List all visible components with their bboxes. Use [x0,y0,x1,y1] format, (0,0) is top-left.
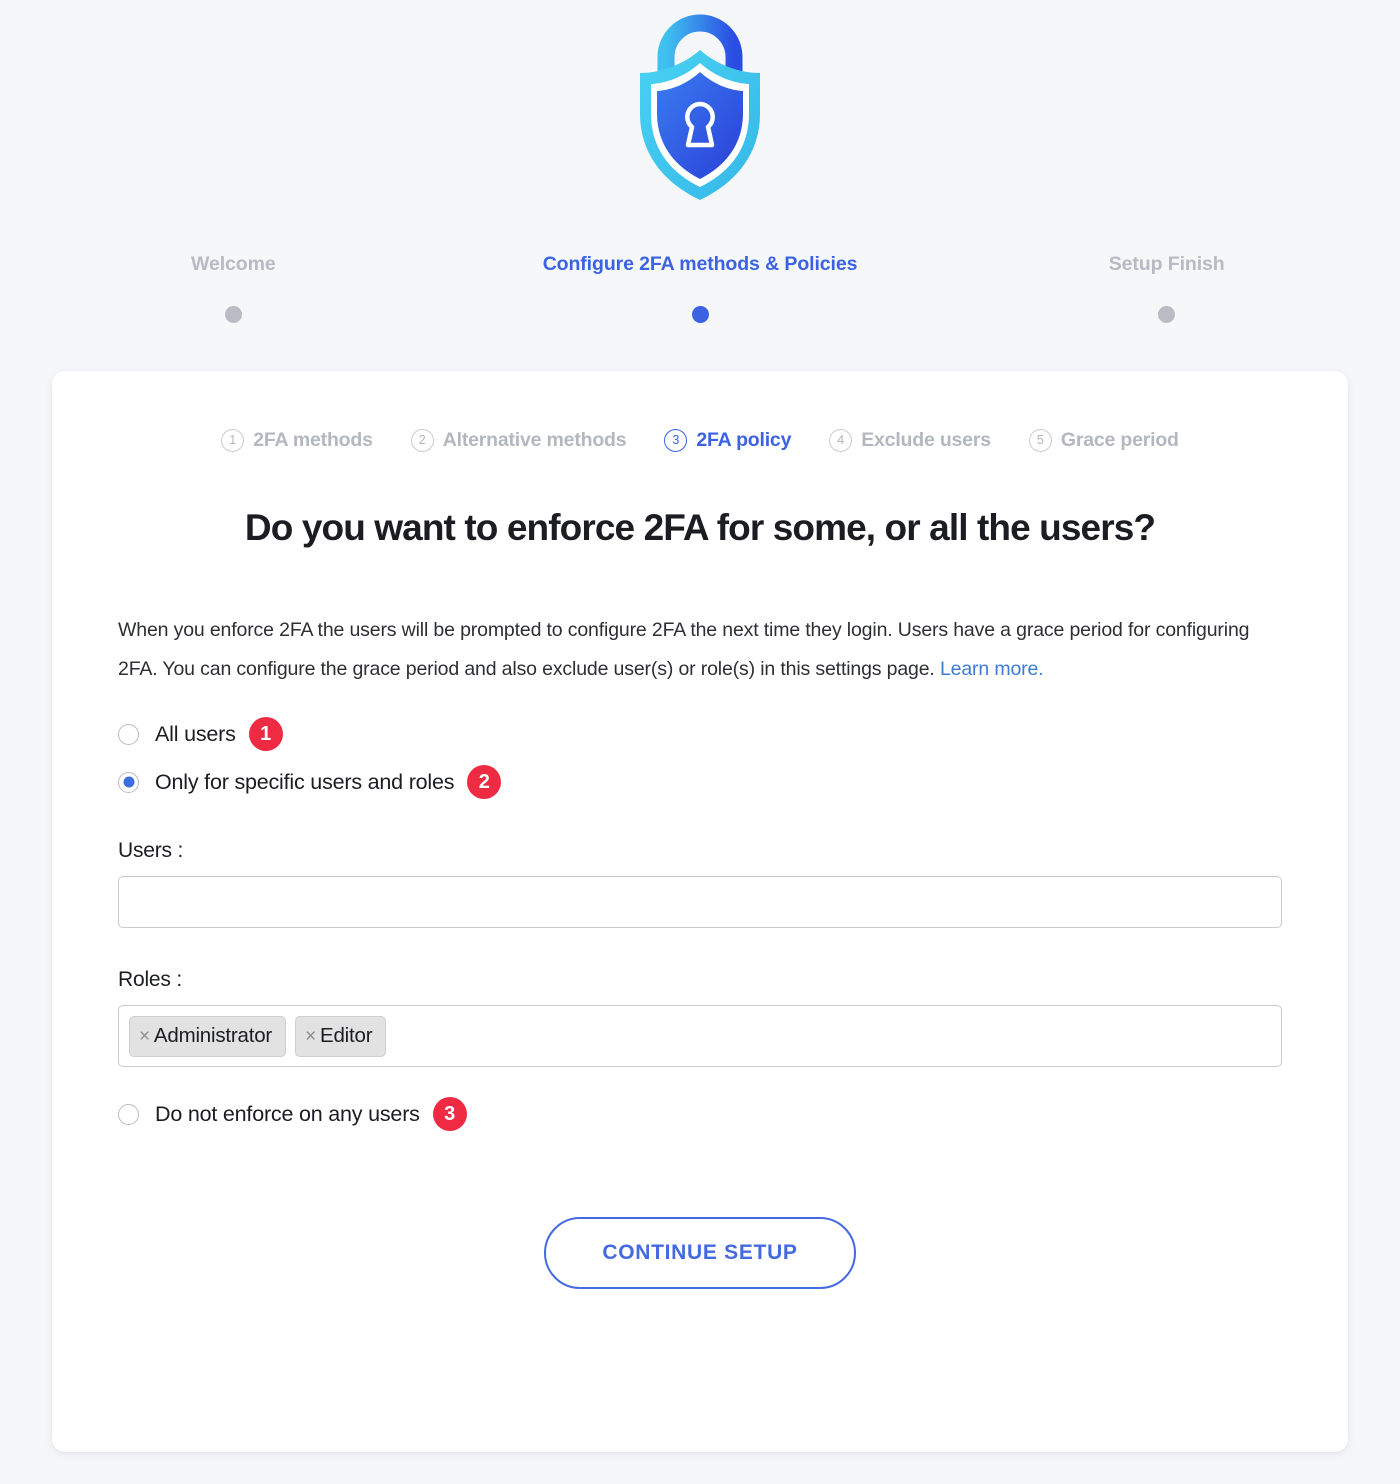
substep-label: Grace period [1060,429,1179,451]
annotation-badge-2: 2 [467,765,502,799]
radio-specific-users-and-roles[interactable] [118,771,139,793]
page-title: Do you want to enforce 2FA for some, or … [244,507,1156,548]
users-field-label: Users : [118,839,184,862]
roles-field-label: Roles : [118,968,182,991]
substep-tab-exclude-users[interactable]: 4 Exclude users [829,429,991,452]
users-input[interactable] [118,876,1282,928]
substep-number: 1 [221,429,245,452]
annotation-badge-1: 1 [248,717,283,751]
substep-tabs: 1 2FA methods 2 Alternative methods 3 2F… [52,371,1348,452]
roles-input[interactable]: × Administrator × Editor [118,1005,1282,1067]
role-chip-administrator: × Administrator [129,1015,287,1057]
radio-do-not-enforce[interactable] [118,1103,139,1125]
option-label: All users [155,721,236,746]
substep-label: 2FA methods [253,429,373,451]
wizard-stepper: Welcome Configure 2FA methods & Policies… [0,253,1400,323]
description-text: When you enforce 2FA the users will be p… [118,611,1282,689]
wizard-step-configure[interactable]: Configure 2FA methods & Policies [467,253,934,323]
substep-number: 4 [829,429,853,452]
wizard-step-label: Setup Finish [1108,253,1225,275]
wizard-step-welcome[interactable]: Welcome [0,253,467,323]
radio-all-users[interactable] [118,723,139,745]
wizard-step-dot [691,306,709,323]
option-row-all-users[interactable]: All users 1 [118,717,1282,751]
substep-number: 3 [664,429,688,452]
actions-row: CONTINUE SETUP [118,1217,1282,1289]
wizard-step-label: Configure 2FA methods & Policies [542,253,858,275]
substep-tab-2fa-methods[interactable]: 1 2FA methods [221,429,373,452]
shield-lock-icon [639,14,760,200]
role-chip-editor: × Editor [295,1015,387,1057]
substep-tab-2fa-policy[interactable]: 3 2FA policy [664,429,791,452]
description-body: When you enforce 2FA the users will be p… [118,619,1250,680]
wizard-step-finish[interactable]: Setup Finish [933,253,1400,323]
substep-tab-grace-period[interactable]: 5 Grace period [1028,429,1179,452]
wizard-step-dot [1158,306,1176,323]
wizard-step-dot [224,306,242,323]
option-label: Do not enforce on any users [155,1101,420,1126]
option-label: Only for specific users and roles [155,769,455,794]
close-icon[interactable]: × [139,1027,150,1046]
learn-more-link[interactable]: Learn more. [940,658,1044,680]
substep-tab-alternative-methods[interactable]: 2 Alternative methods [410,429,627,452]
close-icon[interactable]: × [305,1027,316,1046]
annotation-badge-3: 3 [432,1097,467,1131]
settings-card: 1 2FA methods 2 Alternative methods 3 2F… [52,371,1348,1452]
substep-label: Alternative methods [442,429,627,451]
option-row-specific-users[interactable]: Only for specific users and roles 2 [118,765,1282,799]
substep-number: 2 [410,429,434,452]
substep-number: 5 [1028,429,1052,452]
app-logo [0,0,1400,205]
substep-label: Exclude users [861,429,991,451]
option-row-do-not-enforce[interactable]: Do not enforce on any users 3 [118,1097,1282,1131]
role-chip-label: Editor [319,1024,373,1047]
role-chip-label: Administrator [153,1024,273,1047]
wizard-step-label: Welcome [191,253,276,275]
substep-label: 2FA policy [696,429,792,451]
continue-setup-button[interactable]: CONTINUE SETUP [544,1217,856,1289]
